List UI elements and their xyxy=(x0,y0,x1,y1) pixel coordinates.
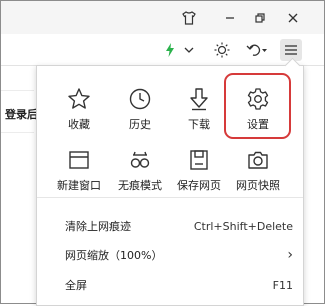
chevron-right-icon: › xyxy=(287,247,293,263)
menu-new-window-label: 新建窗口 xyxy=(57,179,101,192)
menu-favorites-label: 收藏 xyxy=(68,118,90,131)
browser-main-menu: 收藏 历史 下载 设置 新建窗口 无痕模式 保存网页 网页快照 清除上网痕迹 C… xyxy=(36,57,304,306)
menu-divider xyxy=(37,197,303,198)
menu-page-snapshot[interactable]: 网页快照 xyxy=(228,142,288,202)
menu-incognito[interactable]: 无痕模式 xyxy=(110,142,170,202)
menu-fullscreen-shortcut: F11 xyxy=(272,278,293,292)
page-login-label: 登录后 xyxy=(5,108,38,121)
restore-button[interactable] xyxy=(249,7,271,29)
menu-clear-traces[interactable]: 清除上网痕迹 Ctrl+Shift+Delete xyxy=(65,216,293,236)
shirt-icon[interactable] xyxy=(178,7,200,29)
bolt-icon[interactable] xyxy=(163,39,177,61)
download-arrow-icon xyxy=(190,88,208,111)
menu-clear-traces-label: 清除上网痕迹 xyxy=(65,220,131,233)
menu-downloads[interactable]: 下载 xyxy=(169,81,229,141)
camera-icon xyxy=(248,151,268,169)
menu-clear-traces-shortcut: Ctrl+Shift+Delete xyxy=(193,219,293,233)
undo-icon[interactable] xyxy=(244,39,270,61)
menu-save-page[interactable]: 保存网页 xyxy=(169,142,229,202)
divider xyxy=(1,132,34,133)
menu-save-page-label: 保存网页 xyxy=(177,179,221,192)
menu-new-window[interactable]: 新建窗口 xyxy=(49,142,109,202)
menu-history-label: 历史 xyxy=(129,118,151,131)
star-icon xyxy=(68,88,90,109)
browser-toolbar xyxy=(1,34,324,66)
menu-page-zoom-label: 网页缩放（100%） xyxy=(65,249,163,262)
menu-incognito-label: 无痕模式 xyxy=(118,179,162,192)
menu-fullscreen[interactable]: 全屏 F11 xyxy=(65,275,293,295)
menu-fullscreen-label: 全屏 xyxy=(65,279,87,292)
menu-page-zoom[interactable]: 网页缩放（100%） › xyxy=(65,245,293,265)
save-icon xyxy=(190,150,208,170)
menu-page-snapshot-label: 网页快照 xyxy=(236,179,280,192)
clock-icon xyxy=(129,88,151,110)
chevron-down-icon[interactable] xyxy=(181,39,197,61)
close-button[interactable] xyxy=(282,7,304,29)
brightness-icon[interactable] xyxy=(211,39,233,61)
minimize-button[interactable] xyxy=(219,7,241,29)
menu-history[interactable]: 历史 xyxy=(110,81,170,141)
menu-favorites[interactable]: 收藏 xyxy=(49,81,109,141)
window-icon xyxy=(69,151,89,169)
glasses-icon xyxy=(130,151,150,168)
menu-downloads-label: 下载 xyxy=(188,118,210,131)
settings-highlight-box xyxy=(224,73,291,139)
title-bar xyxy=(1,1,324,34)
divider xyxy=(1,90,34,91)
